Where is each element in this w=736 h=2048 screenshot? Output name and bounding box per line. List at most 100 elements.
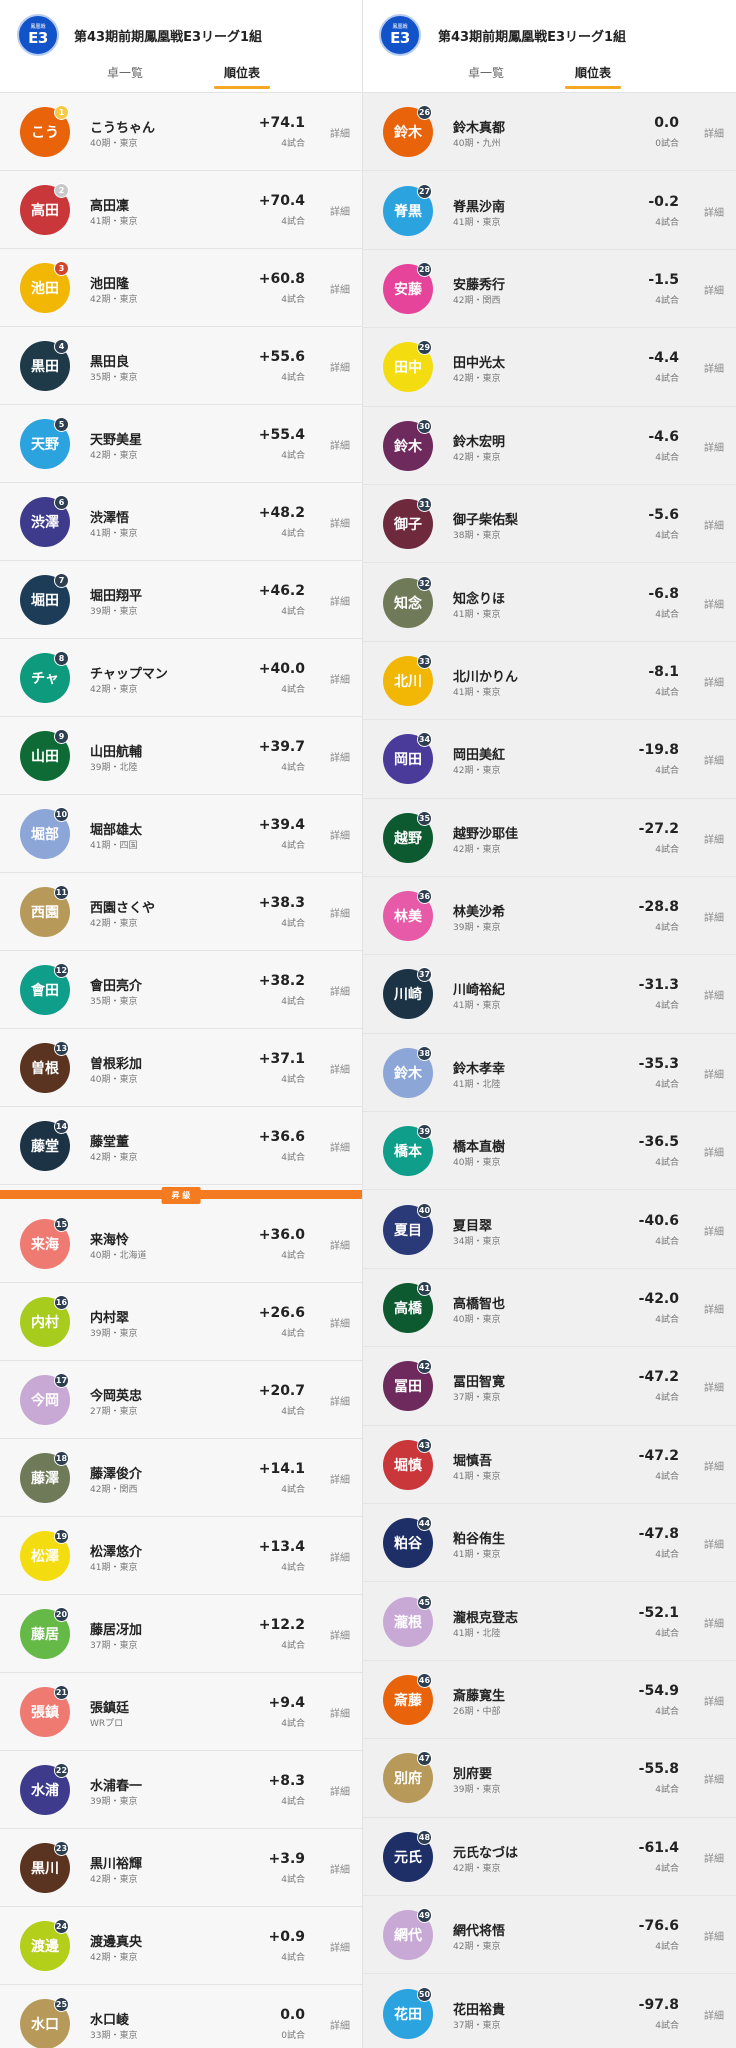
detail-link[interactable]: 詳細	[704, 2007, 724, 2022]
detail-link[interactable]: 詳細	[704, 439, 724, 454]
detail-link[interactable]: 詳細	[330, 1627, 350, 1642]
detail-link[interactable]: 詳細	[330, 1783, 350, 1798]
detail-link[interactable]: 詳細	[330, 437, 350, 452]
player-meta: 41期・東京	[453, 217, 501, 228]
detail-link[interactable]: 詳細	[704, 1458, 724, 1473]
detail-link[interactable]: 詳細	[330, 1471, 350, 1486]
tab-table-list[interactable]: 卓一覧	[95, 64, 155, 81]
player-meta: 40期・東京	[453, 1315, 501, 1326]
detail-link[interactable]: 詳細	[330, 1861, 350, 1876]
detail-link[interactable]: 詳細	[330, 203, 350, 218]
games-played: 4試合	[281, 763, 305, 773]
player-score: +12.2	[258, 1617, 305, 1633]
rank-badge: 49	[417, 1908, 432, 1924]
player-score: -4.4	[648, 350, 679, 367]
player-row: 岡田 34 岡田美紅 42期・東京 -19.8 4試合 詳細	[363, 720, 736, 799]
player-score: +38.2	[258, 973, 305, 989]
rank-badge: 29	[417, 340, 432, 356]
player-name: 斎藤寛生	[453, 1689, 506, 1704]
detail-link[interactable]: 詳細	[704, 1223, 724, 1238]
detail-link[interactable]: 詳細	[704, 596, 724, 611]
detail-link[interactable]: 詳細	[704, 831, 724, 846]
detail-link[interactable]: 詳細	[704, 674, 724, 689]
player-meta: 38期・東京	[453, 531, 501, 542]
detail-link[interactable]: 詳細	[704, 1301, 724, 1316]
player-name: 元氏なづは	[453, 1845, 519, 1861]
detail-link[interactable]: 詳細	[330, 281, 350, 296]
rank-badge: 50	[417, 1986, 432, 2002]
detail-link[interactable]: 詳細	[330, 1061, 350, 1076]
detail-link[interactable]: 詳細	[330, 983, 350, 998]
rank-badge: 6	[54, 495, 69, 510]
games-played: 4試合	[281, 139, 305, 149]
player-name: 水浦春一	[90, 1779, 143, 1794]
games-played: 4試合	[655, 1158, 679, 1169]
rank-badge: 23	[54, 1841, 69, 1856]
player-row: 冨田 42 冨田智寛 37期・東京 -47.2 4試合 詳細	[363, 1347, 736, 1426]
detail-link[interactable]: 詳細	[704, 909, 724, 924]
player-name: 鈴木真都	[453, 121, 506, 137]
detail-link[interactable]: 詳細	[704, 282, 724, 297]
detail-link[interactable]: 詳細	[330, 905, 350, 920]
detail-link[interactable]: 詳細	[330, 593, 350, 608]
detail-link[interactable]: 詳細	[704, 1615, 724, 1630]
detail-link[interactable]: 詳細	[704, 125, 724, 140]
rank-badge: 24	[54, 1919, 69, 1934]
detail-link[interactable]: 詳細	[330, 1393, 350, 1408]
detail-link[interactable]: 詳細	[704, 1144, 724, 1159]
detail-link[interactable]: 詳細	[704, 752, 724, 767]
detail-link[interactable]: 詳細	[704, 1379, 724, 1394]
detail-link[interactable]: 詳細	[704, 1771, 724, 1786]
tab-standings[interactable]: 順位表	[563, 64, 623, 89]
player-meta: 42期・東京	[90, 1875, 138, 1885]
player-score: -40.6	[638, 1212, 679, 1229]
player-score: -47.2	[638, 1447, 679, 1464]
detail-link[interactable]: 詳細	[704, 360, 724, 375]
player-row: 黒川 23 黒川裕輝 42期・東京 +3.9 4試合 詳細	[0, 1829, 362, 1907]
detail-link[interactable]: 詳細	[330, 1705, 350, 1720]
detail-link[interactable]: 詳細	[330, 515, 350, 530]
detail-link[interactable]: 詳細	[704, 987, 724, 1002]
detail-link[interactable]: 詳細	[704, 1928, 724, 1943]
detail-link[interactable]: 詳細	[704, 517, 724, 532]
player-name: 堀慎吾	[453, 1453, 493, 1469]
rank-badge: 2	[54, 183, 69, 198]
player-meta: 42期・東京	[453, 452, 501, 463]
player-score: -35.3	[638, 1055, 679, 1072]
detail-link[interactable]: 詳細	[330, 1549, 350, 1564]
detail-link[interactable]: 詳細	[330, 1939, 350, 1954]
rank-badge: 27	[417, 183, 432, 199]
detail-link[interactable]: 詳細	[330, 1139, 350, 1154]
player-score: +46.2	[258, 583, 305, 599]
detail-link[interactable]: 詳細	[704, 1066, 724, 1081]
rank-badge: 32	[417, 575, 432, 591]
detail-link[interactable]: 詳細	[330, 359, 350, 374]
games-played: 4試合	[281, 1563, 305, 1573]
detail-link[interactable]: 詳細	[704, 1850, 724, 1865]
player-meta: 37期・東京	[90, 1641, 138, 1651]
player-name: 西園さくや	[90, 901, 156, 916]
detail-link[interactable]: 詳細	[330, 827, 350, 842]
player-row: 天野 5 天野美星 42期・東京 +55.4 4試合 詳細	[0, 405, 362, 483]
player-name: 山田航輔	[90, 745, 143, 760]
detail-link[interactable]: 詳細	[330, 125, 350, 140]
games-played: 4試合	[655, 1707, 679, 1717]
games-played: 4試合	[655, 766, 679, 777]
detail-link[interactable]: 詳細	[330, 671, 350, 686]
detail-link[interactable]: 詳細	[330, 749, 350, 764]
tab-table-list[interactable]: 卓一覧	[456, 64, 516, 81]
player-row: 来海 15 来海怜 40期・北海道 +36.0 4試合 詳細	[0, 1205, 362, 1283]
player-name: 渋澤悟	[90, 511, 130, 526]
tab-standings[interactable]: 順位表	[212, 64, 272, 89]
detail-link[interactable]: 詳細	[704, 1536, 724, 1551]
player-row: 堀田 7 堀田翔平 39期・東京 +46.2 4試合 詳細	[0, 561, 362, 639]
detail-link[interactable]: 詳細	[330, 1237, 350, 1252]
player-row: 脊黒 27 脊黒沙南 41期・東京 -0.2 4試合 詳細	[363, 171, 736, 250]
detail-link[interactable]: 詳細	[330, 1315, 350, 1330]
detail-link[interactable]: 詳細	[704, 1693, 724, 1708]
tab-bar: 卓一覧 順位表	[363, 64, 736, 92]
player-name: 橋本直樹	[453, 1140, 506, 1156]
detail-link[interactable]: 詳細	[704, 204, 724, 219]
detail-link[interactable]: 詳細	[330, 2017, 350, 2032]
rank-badge: 3	[54, 261, 69, 276]
